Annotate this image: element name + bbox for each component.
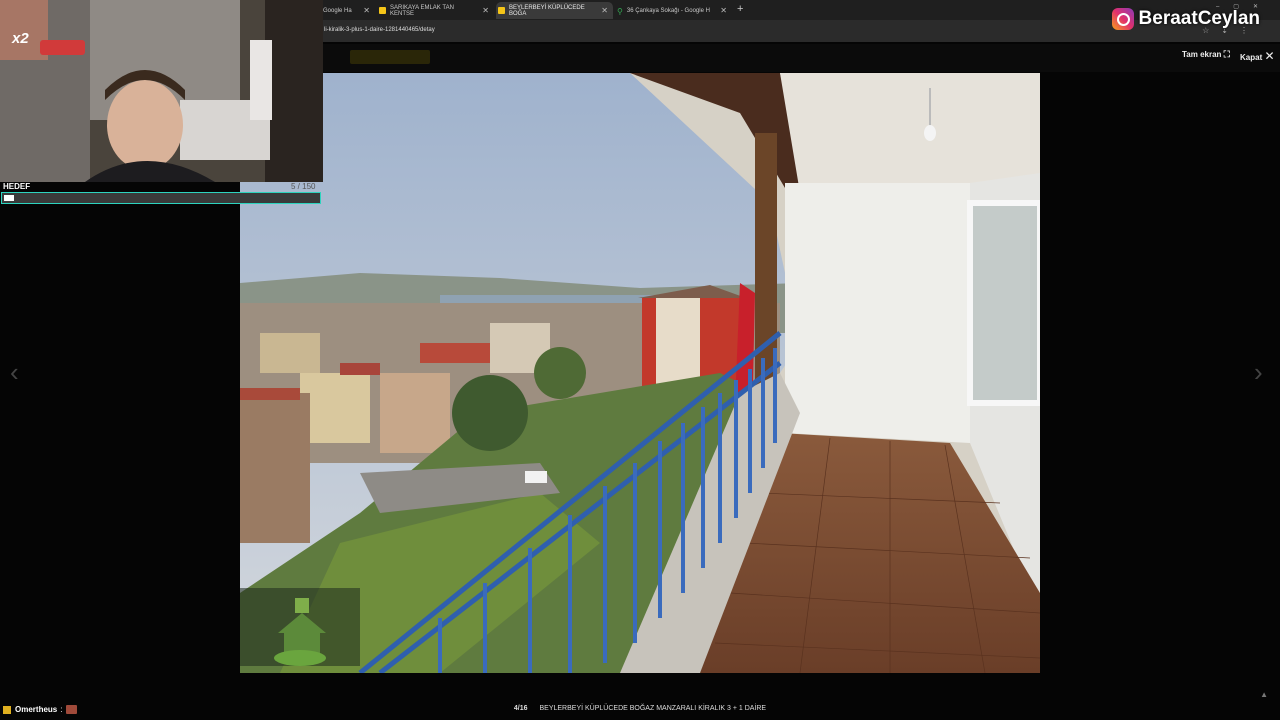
goal-progress-bar xyxy=(1,192,321,204)
emote-icon xyxy=(66,705,78,714)
scroll-up-icon[interactable]: ▲ xyxy=(1260,690,1268,699)
tab-cankaya-map[interactable]: ⚲ 36 Çankaya Sokağı - Google H ✕ xyxy=(615,2,732,19)
site-logo xyxy=(350,50,430,64)
tab-sarikaya[interactable]: SARIKAYA EMLAK TAN KENTSE ✕ xyxy=(377,2,494,19)
chat-message: Omertheus : xyxy=(3,705,78,714)
previous-arrow-icon[interactable]: ‹ xyxy=(10,357,19,388)
tab-google-maps[interactable]: Google Ha ✕ xyxy=(323,2,375,19)
tab-beylerbeyi[interactable]: BEYLERBEYİ KÜPLÜCEDE BOĞA ✕ xyxy=(496,2,613,19)
tab-title: 36 Çankaya Sokağı - Google H xyxy=(626,7,710,14)
close-label: Kapat xyxy=(1240,53,1263,62)
balcony-bosphorus-view-image xyxy=(240,73,1040,673)
sahibinden-favicon-icon xyxy=(498,7,505,14)
instagram-handle: BeraatCeylan xyxy=(1111,8,1260,30)
instagram-icon xyxy=(1111,8,1134,30)
streamer-name: BeraatCeylan xyxy=(1138,8,1260,29)
goal-label: HEDEF xyxy=(3,182,31,191)
close-tab-icon[interactable]: ✕ xyxy=(715,6,732,15)
webcam-feed-image xyxy=(0,0,323,182)
chat-separator: : xyxy=(60,705,63,714)
fullscreen-icon: ⛶ xyxy=(1223,49,1230,59)
listing-photo xyxy=(240,73,1040,673)
fullscreen-button[interactable]: Tam ekran ⛶ xyxy=(1182,49,1230,60)
close-tab-icon[interactable]: ✕ xyxy=(358,6,375,15)
goal-progress-fill xyxy=(4,195,14,201)
url-text[interactable]: li-kiralik-3-plus-1-daire-1281440465/det… xyxy=(324,27,435,33)
fullscreen-label: Tam ekran xyxy=(1182,50,1222,59)
tab-title: Google Ha xyxy=(323,7,352,14)
chat-badge-icon xyxy=(3,705,11,714)
goal-count: 5 / 150 xyxy=(291,182,316,191)
webcam-badge: x2 xyxy=(12,30,29,47)
webcam-overlay: x2 xyxy=(0,0,323,182)
close-button[interactable]: Kapat ✕ xyxy=(1240,49,1275,63)
photo-caption: 4/16 BEYLERBEYİ KÜPLÜCEDE BOĞAZ MANZARAL… xyxy=(0,705,1280,712)
listing-title: BEYLERBEYİ KÜPLÜCEDE BOĞAZ MANZARALI KİR… xyxy=(539,705,767,712)
next-arrow-icon[interactable]: › xyxy=(1254,357,1263,388)
close-tab-icon[interactable]: ✕ xyxy=(477,6,494,15)
chat-username: Omertheus xyxy=(15,705,58,714)
new-tab-icon[interactable]: + xyxy=(737,3,743,15)
site-header-dimmed xyxy=(323,44,1280,72)
tab-title: SARIKAYA EMLAK TAN KENTSE xyxy=(390,4,454,17)
sahibinden-favicon-icon xyxy=(379,7,386,14)
close-tab-icon[interactable]: ✕ xyxy=(596,6,613,15)
close-icon: ✕ xyxy=(1264,49,1275,63)
tab-title: BEYLERBEYİ KÜPLÜCEDE BOĞA xyxy=(509,4,585,17)
map-pin-icon: ⚲ xyxy=(617,7,623,16)
photo-counter: 4/16 xyxy=(513,705,528,712)
